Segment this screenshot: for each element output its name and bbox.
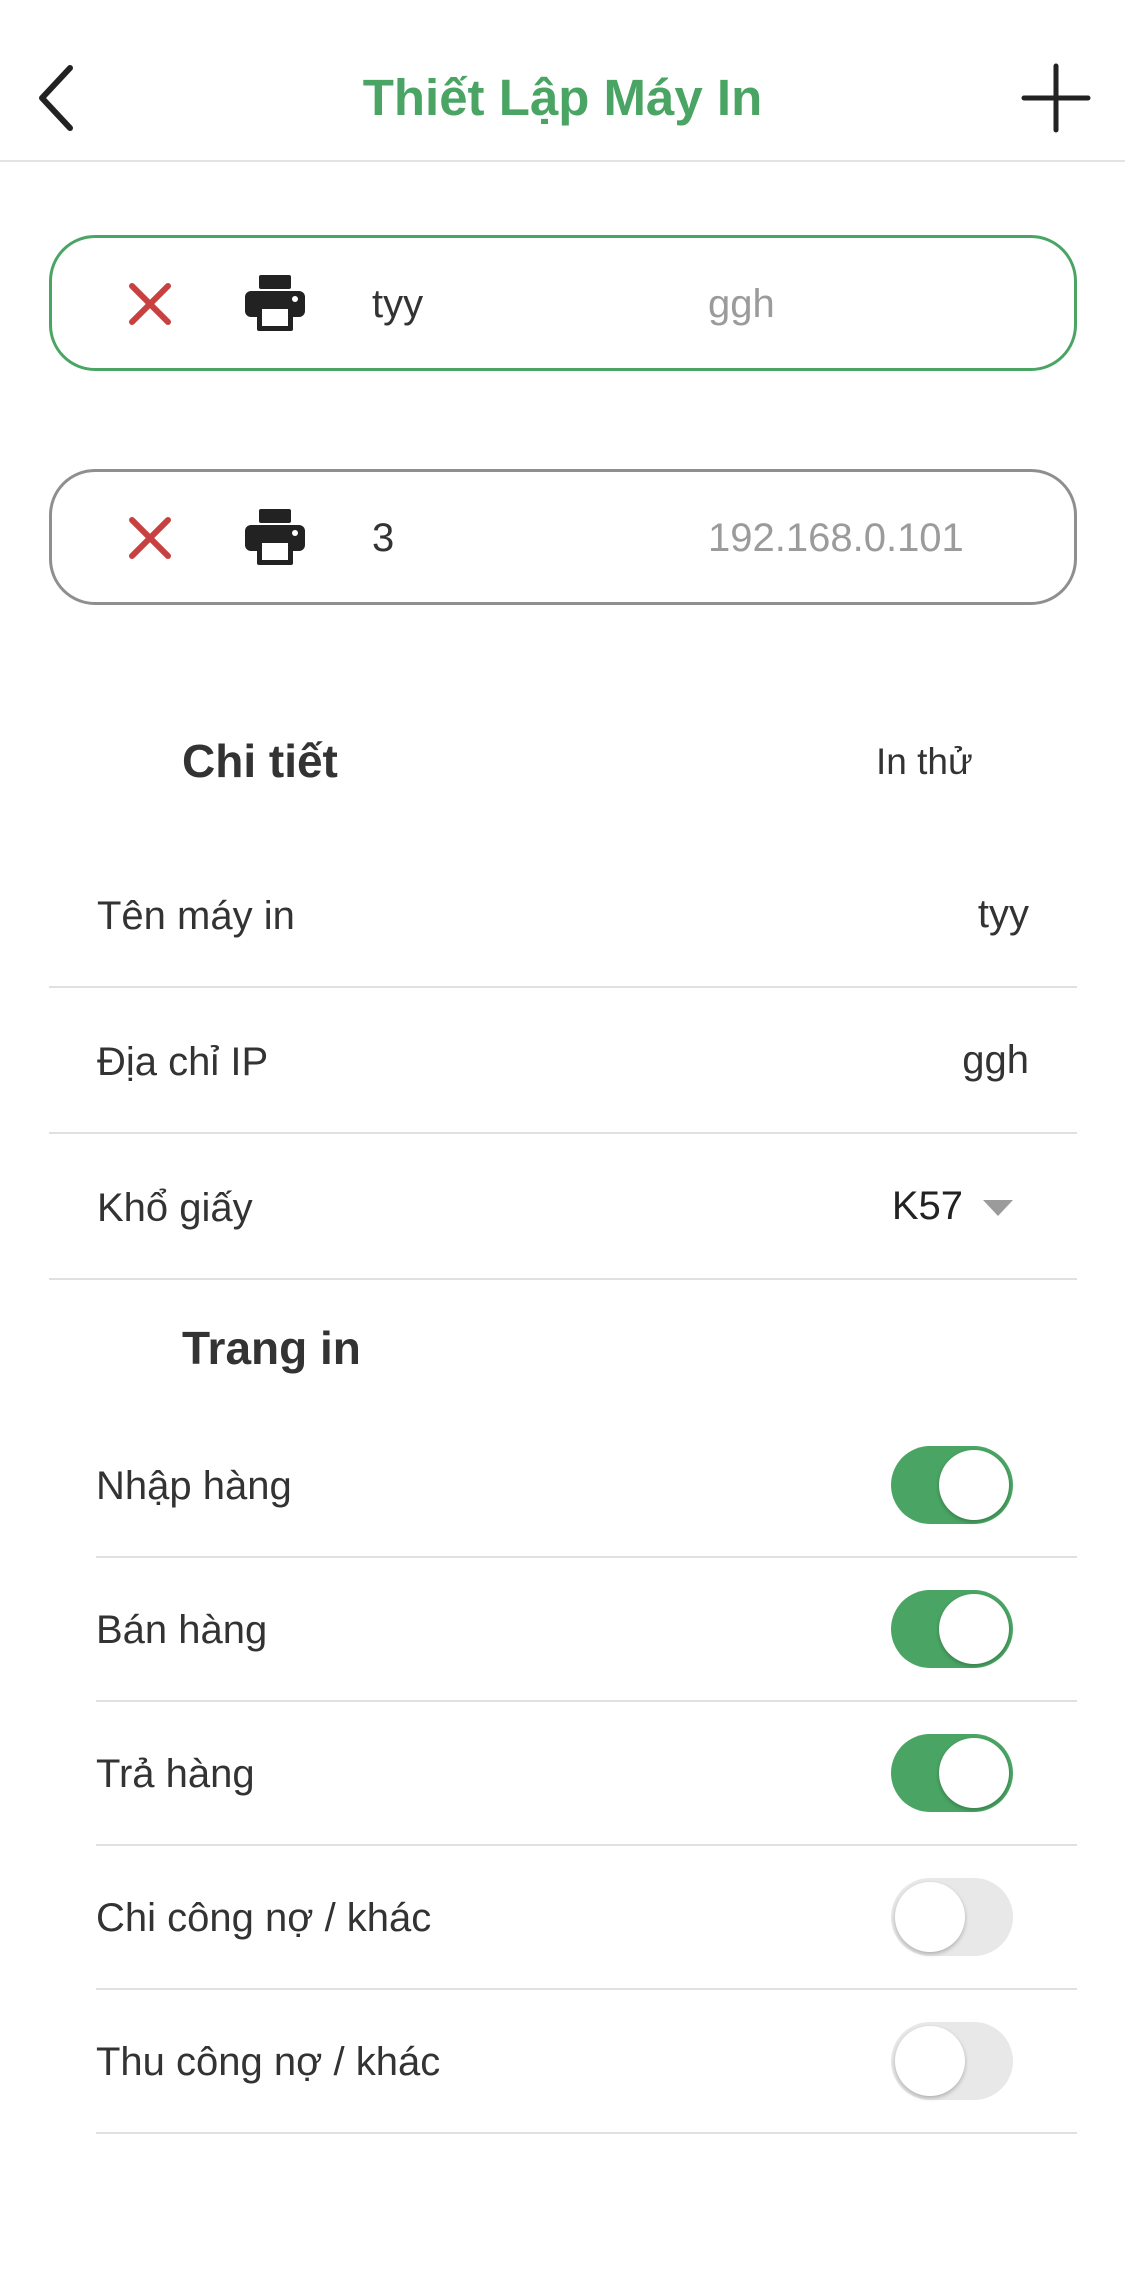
print-page-label: Trả hàng xyxy=(96,1752,255,1796)
plus-icon xyxy=(1021,63,1091,133)
toggle-knob xyxy=(895,1882,965,1952)
print-page-label: Bán hàng xyxy=(96,1608,268,1652)
print-page-toggle[interactable] xyxy=(891,1590,1013,1668)
print-page-toggle[interactable] xyxy=(891,1446,1013,1524)
remove-printer-button[interactable] xyxy=(124,512,176,564)
printer-name: tyy xyxy=(372,282,424,326)
paper-size-row[interactable]: Khổ giấy K57 xyxy=(49,1134,1077,1280)
print-page-toggle[interactable] xyxy=(891,1878,1013,1956)
print-page-toggle[interactable] xyxy=(891,1734,1013,1812)
print-page-row: Bán hàng xyxy=(96,1556,1077,1702)
printer-ip: ggh xyxy=(708,282,775,326)
printer-card[interactable]: 3 192.168.0.101 xyxy=(49,469,1077,605)
print-page-label: Nhập hàng xyxy=(96,1464,292,1508)
printer-icon xyxy=(245,275,305,331)
toggle-knob xyxy=(895,2026,965,2096)
paper-size-label: Khổ giấy xyxy=(97,1186,253,1230)
printer-icon xyxy=(245,509,305,565)
page-title: Thiết Lập Máy In xyxy=(362,69,763,126)
print-page-row: Trả hàng xyxy=(96,1700,1077,1846)
print-page-label: Thu công nợ / khác xyxy=(96,2040,441,2084)
printer-name-row[interactable]: Tên máy in tyy xyxy=(49,842,1077,988)
print-page-row: Thu công nợ / khác xyxy=(96,1988,1077,2134)
print-page-label: Chi công nợ / khác xyxy=(96,1896,432,1940)
caret-down-icon xyxy=(983,1200,1013,1216)
ip-address-row[interactable]: Địa chỉ IP ggh xyxy=(49,988,1077,1134)
remove-printer-button[interactable] xyxy=(124,278,176,330)
paper-size-value: K57 xyxy=(891,1184,963,1228)
toggle-knob xyxy=(939,1594,1009,1664)
toggle-knob xyxy=(939,1738,1009,1808)
printer-name: 3 xyxy=(372,516,395,560)
print-page-toggle[interactable] xyxy=(891,2022,1013,2100)
close-icon xyxy=(129,283,171,325)
detail-section-title: Chi tiết xyxy=(182,735,338,787)
ip-address-value[interactable]: ggh xyxy=(962,1034,1029,1086)
test-print-button[interactable]: In thử xyxy=(876,738,973,786)
toggle-knob xyxy=(939,1450,1009,1520)
close-icon xyxy=(129,517,171,559)
printer-card[interactable]: tyy ggh xyxy=(49,235,1077,371)
printer-name-value[interactable]: tyy xyxy=(978,888,1029,940)
header: Thiết Lập Máy In xyxy=(0,0,1125,162)
print-pages-section-title: Trang in xyxy=(182,1322,361,1374)
add-printer-button[interactable] xyxy=(1020,62,1092,134)
printer-settings-screen: Thiết Lập Máy In tyy ggh 3 192.168.0.101… xyxy=(0,0,1125,2291)
ip-address-label: Địa chỉ IP xyxy=(97,1040,269,1084)
printer-name-label: Tên máy in xyxy=(97,894,295,938)
print-page-row: Nhập hàng xyxy=(96,1412,1077,1558)
paper-size-select[interactable]: K57 xyxy=(883,1178,1013,1234)
print-page-row: Chi công nợ / khác xyxy=(96,1844,1077,1990)
printer-ip: 192.168.0.101 xyxy=(708,516,964,560)
